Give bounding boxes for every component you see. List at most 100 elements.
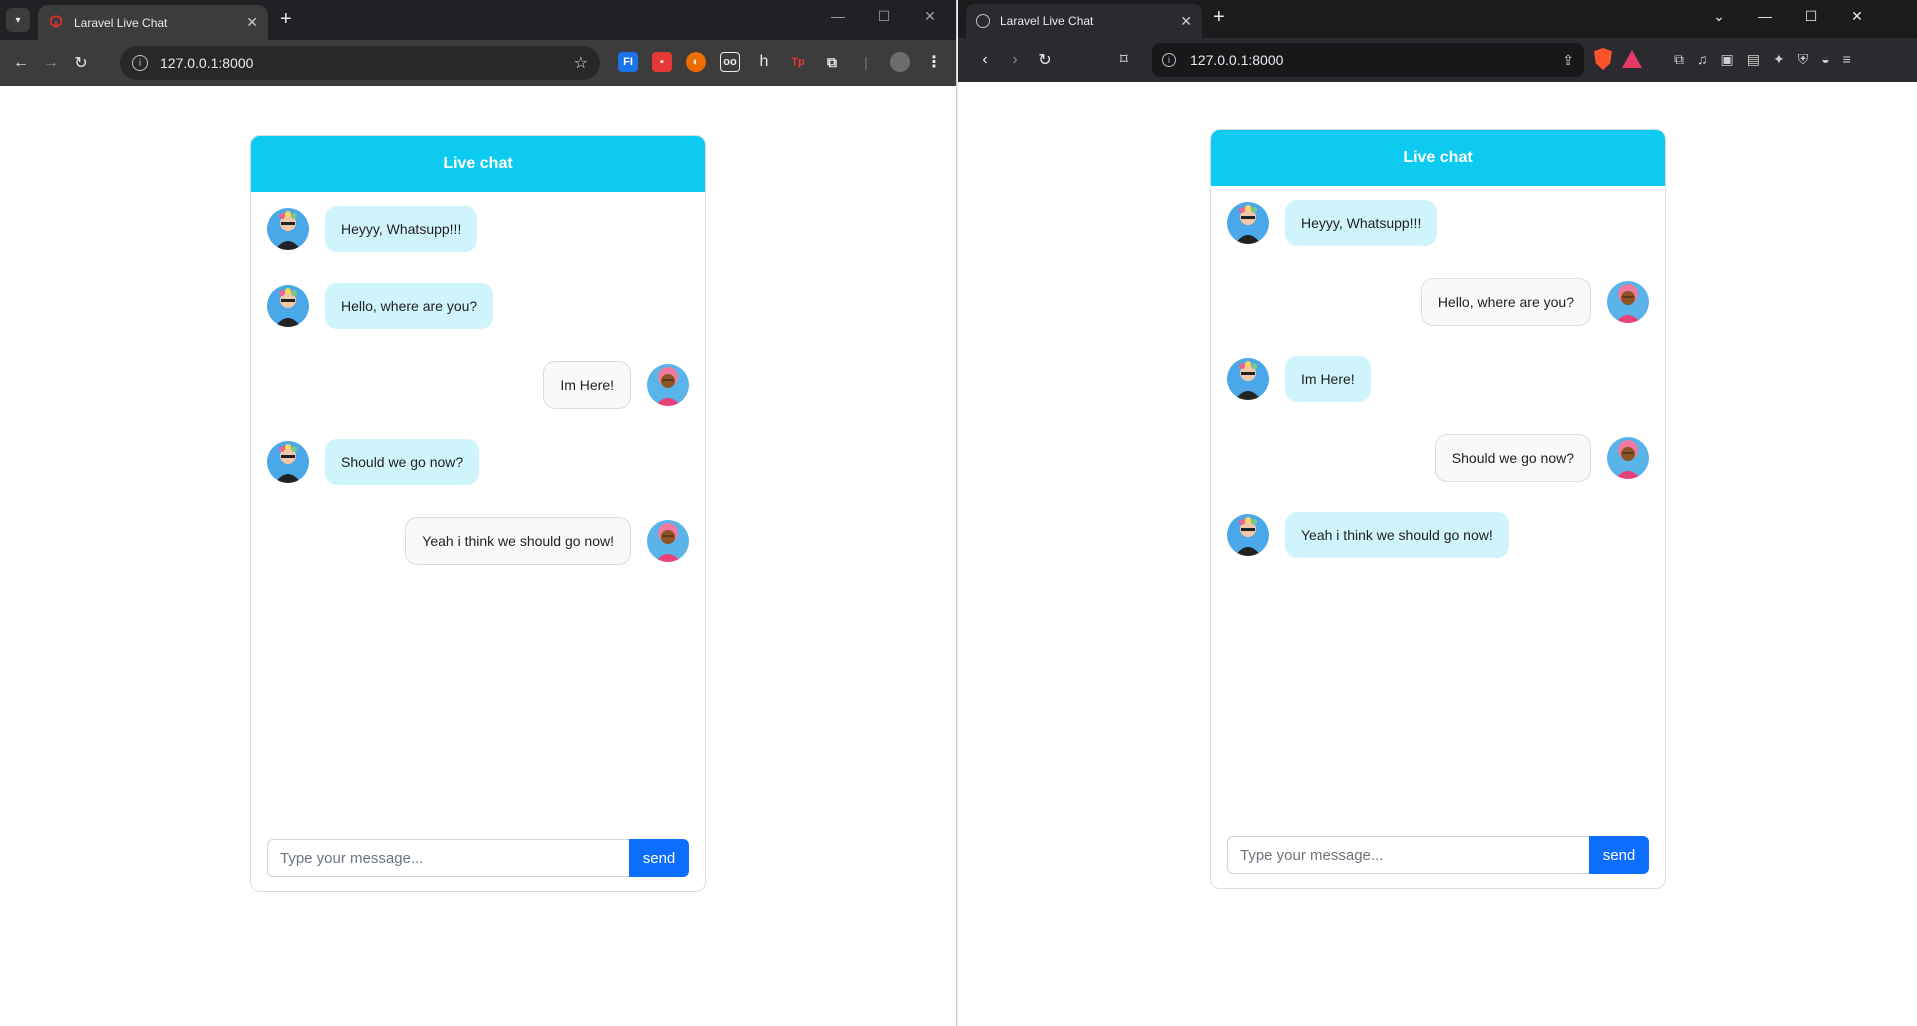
message-bubble: Yeah i think we should go now! <box>1285 512 1509 558</box>
profile-avatar-icon[interactable] <box>890 52 910 72</box>
bookmark-star-icon[interactable]: ☆ <box>574 53 588 73</box>
message-composer: send <box>267 839 689 877</box>
bookmark-icon[interactable]: ⌑ <box>1120 50 1128 68</box>
message-bubble: Im Here! <box>1285 356 1371 402</box>
extension-orange-icon[interactable]: ◐ <box>686 52 706 72</box>
chat-message: Hello, where are you? <box>1227 278 1649 326</box>
forward-icon[interactable]: → <box>36 54 66 72</box>
avatar <box>647 520 689 562</box>
message-bubble: Hello, where are you? <box>1420 278 1591 326</box>
back-icon[interactable]: ‹ <box>970 51 1000 69</box>
reload-icon[interactable]: ↻ <box>66 53 96 73</box>
close-window-icon[interactable]: ✕ <box>1834 8 1880 25</box>
chat-message: Yeah i think we should go now! <box>267 517 689 565</box>
extension-reader-icon[interactable]: oo <box>720 52 740 72</box>
avatar <box>1607 437 1649 479</box>
brave-address-bar[interactable]: i 127.0.0.1:8000 ⇪ <box>1152 43 1584 77</box>
brave-tab[interactable]: Laravel Live Chat ✕ <box>966 4 1202 38</box>
chat-header: Live chat <box>1211 130 1665 186</box>
brave-tab-strip: Laravel Live Chat ✕ + ⌄ — ☐ ✕ <box>958 0 1917 38</box>
maximize-icon[interactable]: ☐ <box>861 8 907 25</box>
message-input[interactable] <box>1227 836 1589 874</box>
forward-icon[interactable]: › <box>1000 51 1030 69</box>
brave-rewards-icon[interactable] <box>1622 50 1642 68</box>
laravel-favicon-icon <box>50 14 62 28</box>
close-tab-icon[interactable]: ✕ <box>246 14 258 31</box>
chrome-address-bar[interactable]: i 127.0.0.1:8000 ☆ <box>120 46 600 80</box>
chrome-tab[interactable]: Laravel Live Chat ✕ <box>38 5 268 40</box>
message-list: Heyyy, Whatsupp!!! Hello, where are you?… <box>251 192 705 812</box>
close-window-icon[interactable]: ✕ <box>907 8 953 25</box>
site-info-icon[interactable]: i <box>132 55 148 71</box>
globe-favicon-icon <box>976 14 990 28</box>
message-bubble: Im Here! <box>543 361 631 409</box>
message-bubble: Yeah i think we should go now! <box>405 517 631 565</box>
chrome-window-controls: — ☐ ✕ <box>815 8 953 25</box>
new-tab-icon[interactable]: + <box>280 8 292 30</box>
chat-message: Im Here! <box>1227 356 1649 402</box>
avatar <box>267 208 309 250</box>
extension-fi-icon[interactable]: FI <box>618 52 638 72</box>
wallet-icon[interactable]: ▤ <box>1747 51 1760 68</box>
new-tab-icon[interactable]: + <box>1213 6 1225 28</box>
chat-header: Live chat <box>251 136 705 192</box>
site-info-icon[interactable]: i <box>1162 53 1176 67</box>
brave-toolbar-icons: ⧉ ♫ ▣ ▤ ✦ ⛨ ◒ ≡ <box>1674 51 1851 68</box>
chat-message: Hello, where are you? <box>267 283 689 329</box>
chrome-menu-icon[interactable]: ⋮ <box>924 52 944 72</box>
avatar <box>1607 281 1649 323</box>
message-bubble: Should we go now? <box>325 439 480 485</box>
brave-tab-title: Laravel Live Chat <box>1000 14 1094 28</box>
chat-message: Yeah i think we should go now! <box>1227 512 1649 558</box>
message-composer: send <box>1227 836 1649 874</box>
extensions-puzzle-icon[interactable]: ⧉ <box>1674 51 1684 68</box>
maximize-icon[interactable]: ☐ <box>1788 8 1834 25</box>
profile-icon[interactable]: ◒ <box>1821 51 1829 68</box>
chat-card: Live chat Heyyy, Whatsupp!!! Hello, wher… <box>250 135 706 892</box>
extensions-puzzle-icon[interactable]: ⧉ <box>822 52 842 72</box>
tab-search-icon[interactable]: ⌄ <box>1696 8 1742 25</box>
message-bubble: Hello, where are you? <box>325 283 494 329</box>
chat-message: Should we go now? <box>1227 434 1649 482</box>
chat-message: Should we go now? <box>267 439 689 485</box>
chat-message: Heyyy, Whatsupp!!! <box>267 206 689 252</box>
send-button[interactable]: send <box>1589 836 1649 874</box>
chat-message: Im Here! <box>267 361 689 409</box>
avatar <box>1227 514 1269 556</box>
chrome-tab-strip: ▾ Laravel Live Chat ✕ + — ☐ ✕ <box>0 0 956 40</box>
extension-red-icon[interactable]: ▪ <box>652 52 672 72</box>
message-input[interactable] <box>267 839 629 877</box>
sidebar-icon[interactable]: ▣ <box>1721 51 1734 68</box>
avatar <box>1227 202 1269 244</box>
minimize-icon[interactable]: — <box>1742 8 1788 25</box>
media-icon[interactable]: ♫ <box>1697 51 1708 68</box>
toolbar-separator: | <box>864 54 868 70</box>
chat-card: Live chat Heyyy, Whatsupp!!! Hello, wher… <box>1210 129 1666 889</box>
message-bubble: Heyyy, Whatsupp!!! <box>325 206 478 252</box>
chrome-url[interactable]: 127.0.0.1:8000 <box>160 55 574 71</box>
reload-icon[interactable]: ↻ <box>1030 50 1060 70</box>
message-list: Heyyy, Whatsupp!!! Hello, where are you?… <box>1211 186 1665 806</box>
vpn-icon[interactable]: ⛨ <box>1798 51 1809 68</box>
brave-window: Laravel Live Chat ✕ + ⌄ — ☐ ✕ ‹ › ↻ ⌑ i … <box>958 0 1917 1026</box>
leo-ai-icon[interactable]: ✦ <box>1773 51 1785 68</box>
chrome-toolbar: ← → ↻ i 127.0.0.1:8000 ☆ FI ▪ ◐ oo h Tp … <box>0 40 956 86</box>
send-button[interactable]: send <box>629 839 689 877</box>
extension-h-icon[interactable]: h <box>754 52 774 72</box>
message-bubble: Should we go now? <box>1434 434 1591 482</box>
tab-search-icon[interactable]: ▾ <box>6 8 30 32</box>
avatar <box>267 441 309 483</box>
brave-menu-icon[interactable]: ≡ <box>1843 51 1851 68</box>
chat-message: Heyyy, Whatsupp!!! <box>1227 200 1649 246</box>
chrome-extensions: FI ▪ ◐ oo h Tp ⧉ | ⋮ <box>618 52 944 72</box>
chrome-tab-title: Laravel Live Chat <box>74 15 168 30</box>
share-icon[interactable]: ⇪ <box>1562 52 1574 69</box>
brave-window-controls: ⌄ — ☐ ✕ <box>1696 8 1880 25</box>
brave-url[interactable]: 127.0.0.1:8000 <box>1190 52 1562 68</box>
back-icon[interactable]: ← <box>6 54 36 72</box>
extension-tp-icon[interactable]: Tp <box>788 52 808 72</box>
minimize-icon[interactable]: — <box>815 8 861 25</box>
close-tab-icon[interactable]: ✕ <box>1180 13 1192 30</box>
brave-shields-icon[interactable] <box>1594 48 1612 70</box>
chrome-window: ▾ Laravel Live Chat ✕ + — ☐ ✕ ← → ↻ i 12… <box>0 0 957 1026</box>
